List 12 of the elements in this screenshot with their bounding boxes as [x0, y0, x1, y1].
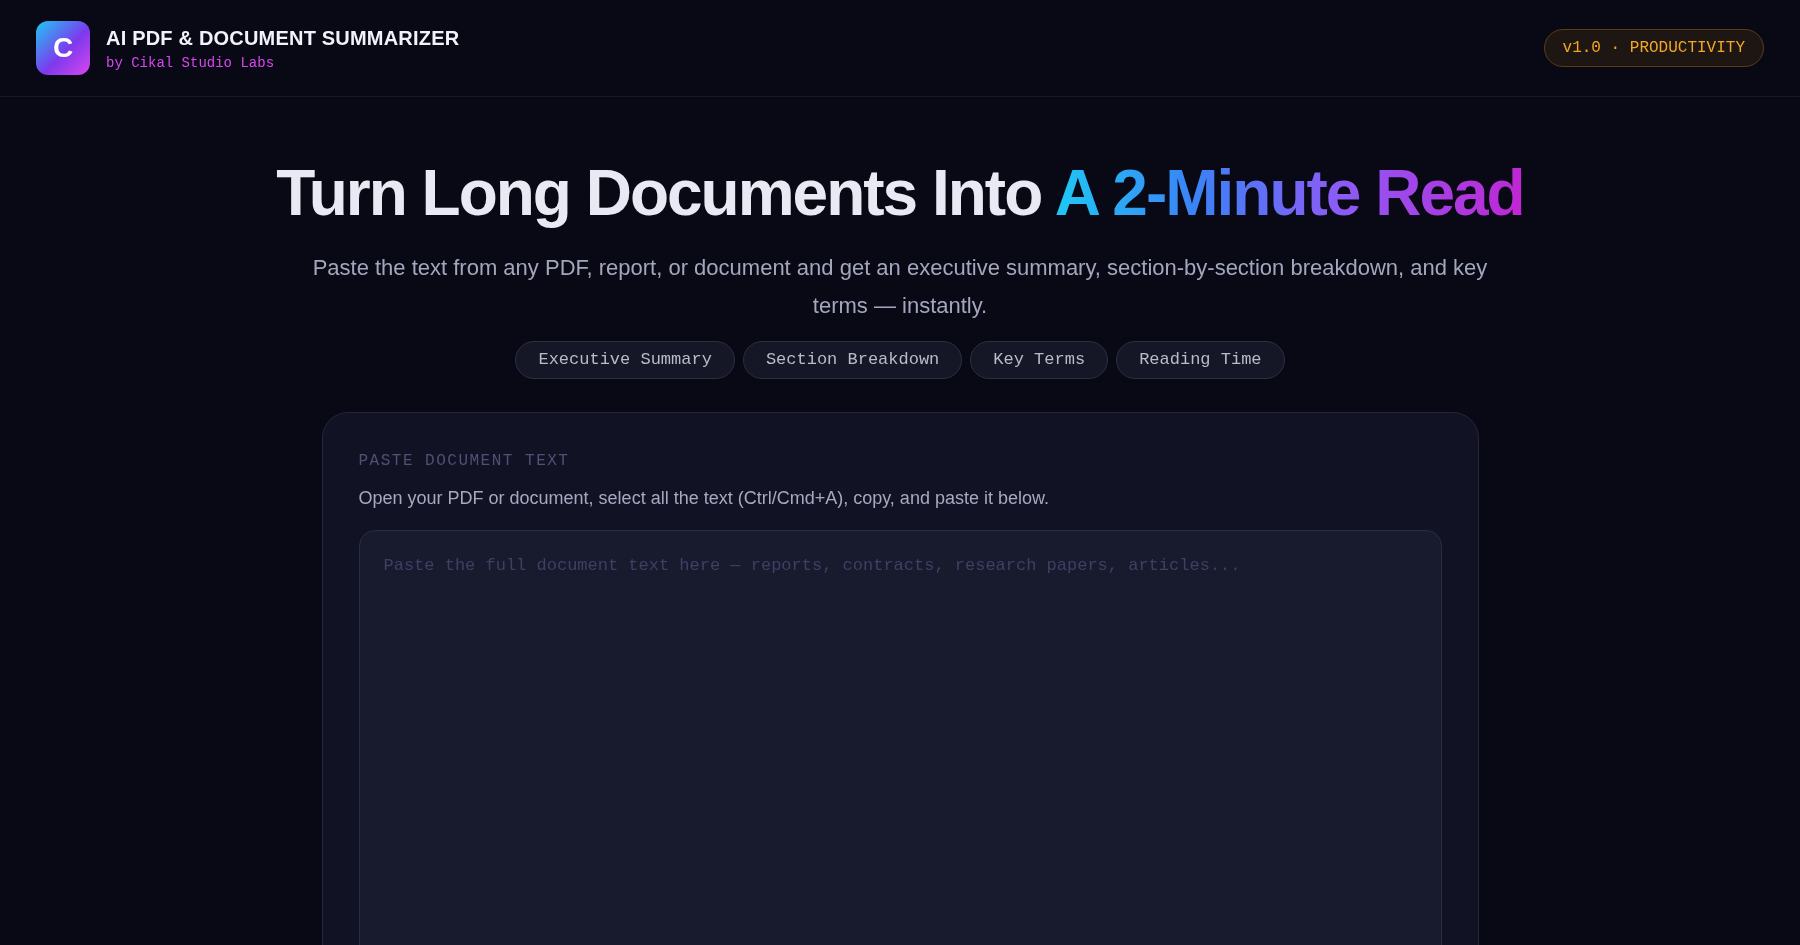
hero-title: Turn Long Documents Into A 2-Minute Read — [276, 157, 1524, 229]
input-label: PASTE DOCUMENT TEXT — [358, 450, 571, 472]
input-help-text: Open your PDF or document, select all the text (Ctrl/Cmd+A), copy, and paste it below. — [358, 486, 1050, 510]
app-title: AI PDF & DOCUMENT SUMMARIZER — [106, 25, 460, 51]
feature-tag: Key Terms — [970, 341, 1109, 379]
version-badge: v1.0 · PRODUCTIVITY — [1543, 29, 1764, 67]
feature-tag: Section Breakdown — [742, 341, 963, 379]
app-logo: C — [36, 21, 90, 75]
feature-tag: Executive Summary — [515, 341, 735, 379]
app-subtitle: by Cikal Studio Labs — [106, 53, 276, 73]
hero-description: Paste the text from any PDF, report, or document and get an executive summary, section-by-section breakdown, and key terms — instantly. — [311, 254, 1489, 320]
feature-tag: Reading Time — [1116, 341, 1285, 379]
